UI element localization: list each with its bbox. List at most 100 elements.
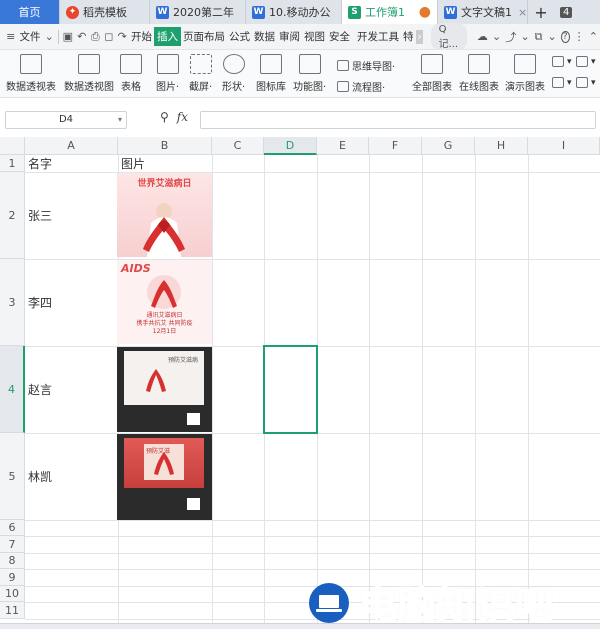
row-header-9[interactable]: 9 — [0, 569, 25, 586]
cell-a2[interactable]: 张三 — [25, 172, 118, 259]
picture-button[interactable]: 图片· — [156, 54, 179, 93]
chevron-down-icon[interactable]: ⌄ — [44, 30, 54, 44]
picture-dark-poster[interactable]: 预防艾滋病 — [117, 347, 212, 432]
picture-aids-day-poster[interactable]: 世界艾滋病日 — [117, 173, 212, 257]
column-header-d[interactable]: D — [264, 137, 317, 155]
tab-label: 工作簿1 — [365, 6, 405, 19]
menu-features[interactable]: 特色 — [401, 29, 414, 44]
save-icon[interactable]: ▣ — [63, 30, 73, 44]
menu-data[interactable]: 数据 — [252, 29, 277, 44]
cloud-icon[interactable]: ☁ — [477, 30, 488, 44]
cell-a4[interactable]: 赵言 — [25, 346, 118, 433]
button-label: 流程图· — [352, 83, 386, 94]
menu-file[interactable]: 文件 — [17, 29, 42, 44]
menu-insert[interactable]: 插入 — [153, 27, 181, 46]
column-header-i[interactable]: I — [528, 137, 600, 155]
tab-doc-2020[interactable]: W 2020第二年 — [150, 0, 246, 24]
row-header-4[interactable]: 4 — [0, 346, 25, 433]
function-chart-button[interactable]: 功能图· — [293, 54, 326, 93]
row-header-5[interactable]: 5 — [0, 433, 25, 520]
chevron-down-icon[interactable]: ⌄ — [520, 30, 529, 44]
column-header-c[interactable]: C — [212, 137, 264, 155]
chart-type-button[interactable]: ▾ — [552, 56, 572, 67]
column-header-b[interactable]: B — [118, 137, 212, 155]
row-header-6[interactable]: 6 — [0, 520, 25, 536]
row-header-2[interactable]: 2 — [0, 172, 25, 259]
menu-view[interactable]: 视图 — [302, 29, 327, 44]
column-header-e[interactable]: E — [317, 137, 369, 155]
word-icon: W — [444, 5, 457, 19]
row-header-1[interactable]: 1 — [0, 155, 25, 172]
icon-library-button[interactable]: 图标库 — [256, 54, 286, 93]
table-button[interactable]: 表格 — [120, 54, 142, 93]
new-tab-button[interactable]: + — [528, 0, 554, 24]
column-header-h[interactable]: H — [475, 137, 528, 155]
share-icon[interactable]: ⤴ — [505, 30, 516, 44]
daoke-icon: ✦ — [66, 5, 79, 19]
pivot-chart-button[interactable]: 数据透视图 — [64, 54, 114, 93]
fx-button[interactable]: fx — [177, 110, 188, 124]
cell-b1[interactable]: 图片 — [118, 155, 212, 172]
all-charts-button[interactable]: 全部图表 — [412, 54, 452, 93]
collapse-icon[interactable]: ⌃ — [589, 30, 598, 44]
chart-type-button-4[interactable]: ▾ — [576, 77, 596, 88]
chart-type-button-2[interactable]: ▾ — [576, 56, 596, 67]
menu-developer[interactable]: 开发工具 — [355, 29, 401, 44]
print-icon[interactable]: ⎙ — [91, 30, 100, 44]
tab-home[interactable]: 首页 — [0, 0, 60, 24]
redo-icon[interactable]: ↷ — [118, 30, 127, 44]
preview-icon[interactable]: ◻ — [104, 30, 113, 44]
menu-start[interactable]: 开始 — [129, 29, 154, 44]
column-header-a[interactable]: A — [25, 137, 118, 155]
gridline — [25, 520, 600, 521]
gridline — [212, 155, 213, 623]
menu-page-layout[interactable]: 页面布局 — [181, 29, 227, 44]
chevron-down-icon[interactable]: ⌄ — [492, 30, 501, 44]
demo-charts-button[interactable]: 演示图表 — [505, 54, 545, 93]
more-icon[interactable]: ⋮ — [574, 30, 585, 44]
picture-aids-poster[interactable]: AIDS 通讯艾滋病日 携手共抗艾 共同防疫 12月1日 — [117, 260, 212, 344]
row-header-3[interactable]: 3 — [0, 259, 25, 346]
menu-formula[interactable]: 公式 — [227, 29, 252, 44]
close-icon[interactable]: × — [512, 6, 527, 19]
scroll-right-icon[interactable]: › — [416, 29, 423, 44]
name-box[interactable]: D4 ▾ — [5, 111, 127, 129]
screenshot-button[interactable]: 截屏· — [189, 54, 212, 93]
mind-map-button[interactable]: 思维导图· — [337, 58, 395, 73]
zoom-search-icon[interactable]: ⚲ — [160, 110, 169, 124]
chevron-down-icon[interactable]: ▾ — [118, 112, 122, 128]
shapes-button[interactable]: 形状· — [222, 54, 245, 93]
tab-count-badge[interactable]: 4 — [560, 0, 573, 24]
tab-doc-mobile-office[interactable]: W 10.移动办公 — [246, 0, 342, 24]
row-header-11[interactable]: 11 — [0, 602, 25, 619]
search-box[interactable]: Q 记... — [430, 22, 467, 51]
tab-text-doc1[interactable]: W 文字文稿1 × — [438, 0, 528, 24]
chevron-down-icon[interactable]: ⌄ — [547, 30, 556, 44]
cell-a1[interactable]: 名字 — [25, 155, 118, 172]
selected-cell-d4[interactable] — [263, 345, 318, 434]
cell-a5[interactable]: 林凯 — [25, 433, 118, 520]
tab-daoke-templates[interactable]: ✦ 稻壳模板 — [60, 0, 150, 24]
pivot-table-button[interactable]: 数据透视表 — [6, 54, 56, 93]
formula-input[interactable] — [200, 111, 596, 129]
spreadsheet-grid[interactable]: A B C D E F G H I 1 2 3 4 5 6 7 8 9 10 1… — [0, 137, 600, 623]
menu-review[interactable]: 审阅 — [277, 29, 302, 44]
picture-red-poster[interactable]: 预防艾滋 — [117, 434, 212, 520]
help-icon[interactable]: ? — [560, 30, 570, 43]
undo-icon[interactable]: ↶ — [77, 30, 86, 44]
tab-count: 4 — [560, 6, 573, 18]
row-header-7[interactable]: 7 — [0, 536, 25, 553]
menu-security[interactable]: 安全 — [327, 29, 352, 44]
chart-type-button-3[interactable]: ▾ — [552, 77, 572, 88]
row-header-10[interactable]: 10 — [0, 586, 25, 602]
hamburger-icon[interactable]: ≡ — [6, 30, 15, 44]
tab-workbook1[interactable]: S 工作簿1 ● — [342, 0, 438, 24]
column-header-f[interactable]: F — [369, 137, 422, 155]
online-charts-button[interactable]: 在线图表 — [459, 54, 499, 93]
column-header-g[interactable]: G — [422, 137, 475, 155]
row-header-8[interactable]: 8 — [0, 553, 25, 569]
select-all-corner[interactable] — [0, 137, 25, 155]
flowchart-button[interactable]: 流程图· — [337, 79, 385, 94]
collab-icon[interactable]: ⧉ — [534, 30, 543, 44]
cell-a3[interactable]: 李四 — [25, 259, 118, 346]
